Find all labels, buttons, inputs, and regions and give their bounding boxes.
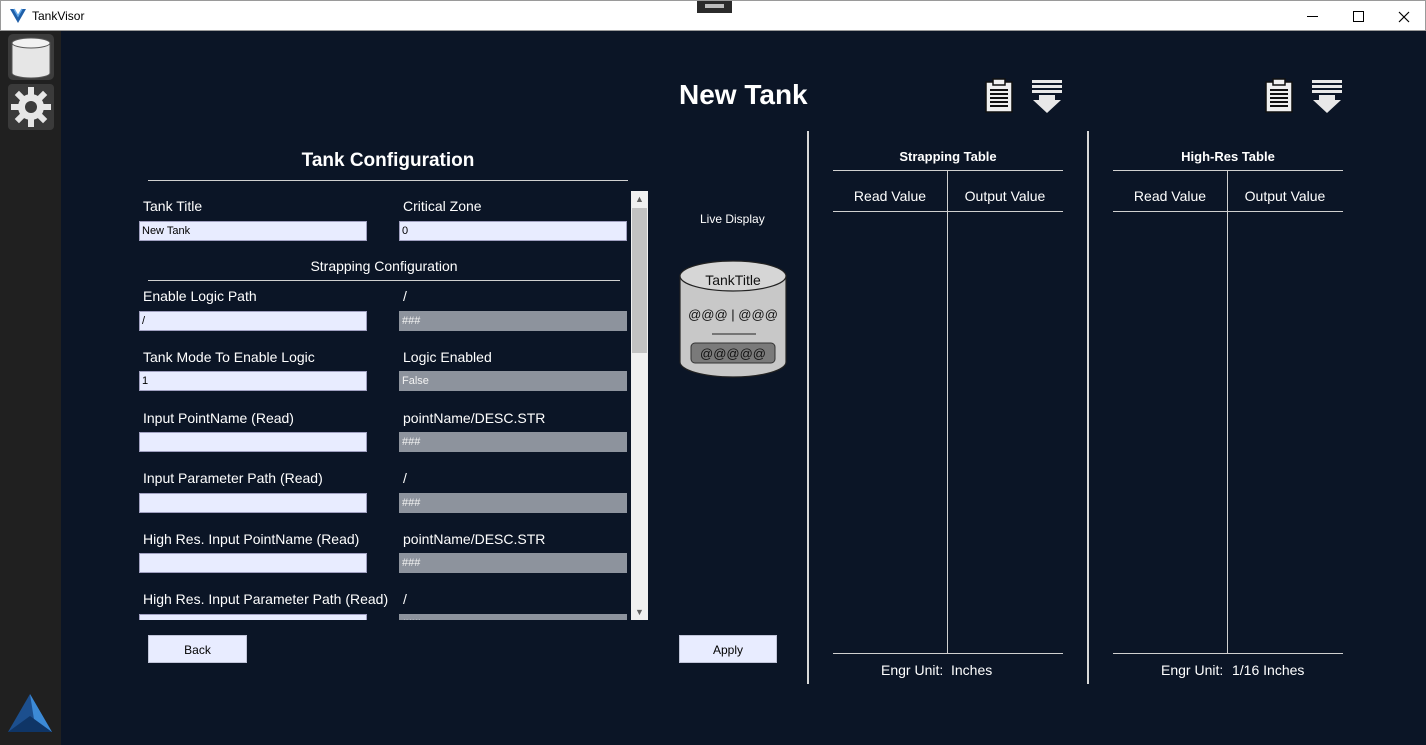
minimize-button[interactable]	[1289, 2, 1335, 31]
app-logo-icon	[10, 8, 26, 23]
sidebar-item-tanks[interactable]	[8, 34, 54, 80]
table-header-rule	[833, 170, 1063, 171]
config-form-scroll-area[interactable]: Tank Title New Tank Critical Zone 0 Stra…	[138, 191, 630, 620]
hr-input-param-path-label: High Res. Input Parameter Path (Read)	[143, 591, 389, 607]
config-scrollbar[interactable]: ▲ ▼	[631, 191, 648, 620]
tank-mode-input[interactable]: 1	[139, 371, 367, 391]
clipboard-icon[interactable]	[982, 78, 1016, 114]
enable-logic-readout-label: /	[403, 288, 407, 304]
scroll-down-icon[interactable]: ▼	[631, 604, 648, 620]
maximize-button[interactable]	[1335, 2, 1381, 31]
config-section-title: Tank Configuration	[301, 150, 475, 171]
minimize-icon	[1306, 16, 1318, 17]
triangle-logo-icon	[8, 694, 52, 732]
clipboard-icon[interactable]	[1262, 78, 1296, 114]
tank-mode-label: Tank Mode To Enable Logic	[143, 349, 315, 365]
live-display-label: Live Display	[700, 212, 765, 226]
table-column-rule	[833, 211, 1063, 212]
table-header-rule	[1113, 170, 1343, 171]
input-pointname-desc-readout: ###	[399, 432, 627, 452]
back-button[interactable]: Back	[148, 635, 247, 663]
critical-zone-label: Critical Zone	[403, 198, 482, 214]
live-tank-values: @@@ | @@@	[688, 307, 778, 322]
highres-engr-label: Engr Unit:	[1161, 662, 1224, 678]
hr-input-pointname-label: High Res. Input PointName (Read)	[143, 531, 360, 547]
scroll-thumb[interactable]	[632, 208, 647, 353]
gear-icon	[11, 87, 51, 127]
strapping-engr-label: Engr Unit:	[881, 662, 944, 678]
highres-table-title: High-Res Table	[1181, 149, 1275, 164]
window-title: TankVisor	[32, 9, 85, 23]
panel-divider	[807, 131, 809, 684]
window-drag-handle[interactable]	[697, 1, 732, 13]
hr-input-pointname-desc-label: pointName/DESC.STR	[403, 531, 546, 547]
input-param-readout: ###	[399, 493, 627, 513]
tank-title-input[interactable]: New Tank	[139, 221, 367, 241]
download-icon[interactable]	[1030, 78, 1064, 114]
hr-input-param-readout: ###	[399, 614, 627, 620]
highres-col-output: Output Value	[1244, 188, 1326, 204]
logic-enabled-label: Logic Enabled	[403, 349, 492, 365]
strapping-engr-value: Inches	[951, 662, 993, 678]
apply-button[interactable]: Apply	[679, 635, 777, 663]
database-icon	[11, 37, 51, 79]
input-param-path-input[interactable]	[139, 493, 367, 513]
live-tank-status: @@@@@	[700, 346, 766, 361]
enable-logic-readout: ###	[399, 311, 627, 331]
hr-input-param-path-input[interactable]	[139, 614, 367, 620]
table-footer-rule	[833, 653, 1063, 654]
subsection-divider	[148, 280, 620, 281]
window-titlebar: TankVisor	[0, 0, 1426, 31]
download-icon[interactable]	[1310, 78, 1344, 114]
enable-logic-path-input[interactable]: /	[139, 311, 367, 331]
enable-logic-path-label: Enable Logic Path	[143, 288, 257, 304]
strapping-col-output: Output Value	[964, 188, 1046, 204]
strapping-table-title: Strapping Table	[899, 149, 997, 164]
live-tank-title: TankTitle	[705, 272, 761, 288]
table-column-divider	[1227, 170, 1228, 653]
input-pointname-input[interactable]	[139, 432, 367, 452]
strapping-config-subtitle: Strapping Configuration	[310, 258, 458, 274]
table-column-divider	[947, 170, 948, 653]
hr-input-param-readout-label: /	[403, 591, 407, 607]
tank-title-label: Tank Title	[143, 198, 203, 214]
highres-col-read: Read Value	[1133, 188, 1207, 204]
strapping-col-read: Read Value	[853, 188, 927, 204]
page-title: New Tank	[679, 79, 808, 110]
section-divider	[148, 180, 628, 181]
input-param-readout-label: /	[403, 470, 407, 486]
logic-enabled-readout: False	[399, 371, 627, 391]
hr-input-pointname-input[interactable]	[139, 553, 367, 573]
panel-divider	[1087, 131, 1089, 684]
close-icon	[1398, 11, 1410, 22]
sidebar	[0, 31, 61, 745]
highres-engr-value: 1/16 Inches	[1232, 662, 1305, 678]
hr-input-pointname-desc-readout: ###	[399, 553, 627, 573]
close-button[interactable]	[1381, 2, 1426, 31]
scroll-up-icon[interactable]: ▲	[631, 191, 648, 207]
table-column-rule	[1113, 211, 1343, 212]
sidebar-item-settings[interactable]	[8, 84, 54, 130]
input-pointname-label: Input PointName (Read)	[143, 410, 294, 426]
table-footer-rule	[1113, 653, 1343, 654]
maximize-icon	[1352, 11, 1364, 22]
critical-zone-input[interactable]: 0	[399, 221, 627, 241]
input-param-path-label: Input Parameter Path (Read)	[143, 470, 323, 486]
input-pointname-desc-label: pointName/DESC.STR	[403, 410, 546, 426]
live-tank-display: TankTitle @@@ | @@@ @@@@@	[679, 260, 787, 378]
